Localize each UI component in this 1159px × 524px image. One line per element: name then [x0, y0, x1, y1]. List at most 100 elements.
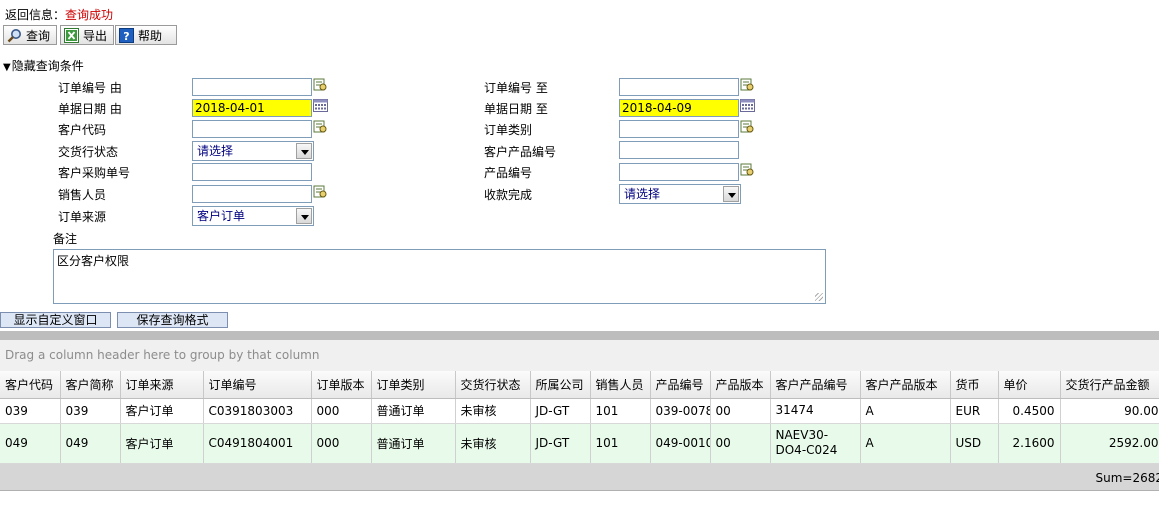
order-no-to-label: 订单编号 至 — [484, 81, 548, 95]
column-header[interactable]: 交货行产品金额 — [1060, 371, 1159, 399]
table-row[interactable]: 039 039 客户订单 C0391803003 000 普通订单 未审核 JD-GT 101 0… — [0, 398, 1159, 424]
table-cell: C0391803003 — [203, 398, 312, 424]
query-button[interactable]: 查询 — [3, 25, 57, 45]
lookup-icon[interactable] — [740, 78, 754, 92]
table-cell: 049 — [60, 423, 121, 464]
column-header[interactable]: 产品版本 — [710, 371, 771, 399]
status-value: 查询成功 — [65, 8, 114, 22]
grid-top-bar — [0, 331, 1159, 340]
column-header[interactable]: 客户代码 — [0, 371, 61, 399]
table-cell: JD-GT — [530, 423, 591, 464]
search-icon — [7, 28, 22, 43]
column-header[interactable]: 货币 — [950, 371, 999, 399]
payment-done-select[interactable]: 请选择 — [619, 184, 741, 204]
column-header[interactable]: 订单版本 — [311, 371, 372, 399]
resize-grip-icon[interactable] — [815, 293, 823, 301]
order-source-label: 订单来源 — [58, 210, 107, 224]
table-cell: 未审核 — [455, 398, 531, 424]
table-cell: 039 — [60, 398, 121, 424]
remarks-textarea[interactable]: 区分客户权限 — [53, 249, 826, 304]
svg-text:?: ? — [123, 30, 129, 43]
table-cell: A — [860, 423, 951, 464]
calendar-icon[interactable] — [740, 99, 755, 112]
table-cell: 客户订单 — [120, 423, 204, 464]
lookup-icon[interactable] — [740, 163, 754, 177]
table-cell: 101 — [590, 423, 651, 464]
order-type-label: 订单类别 — [484, 123, 533, 137]
group-by-panel[interactable]: Drag a column header here to group by th… — [0, 340, 1159, 371]
status-message: 返回信息：查询成功 — [5, 6, 113, 23]
table-cell: 普通订单 — [371, 423, 456, 464]
table-row[interactable]: 049 049 客户订单 C0491804001 000 普通订单 未审核 JD-GT 101 0… — [0, 423, 1159, 464]
column-header[interactable]: 客户产品编号 — [770, 371, 861, 399]
table-cell: 000 — [311, 398, 372, 424]
chevron-down-icon[interactable] — [296, 143, 312, 159]
doc-date-from-label: 单据日期 由 — [58, 102, 122, 116]
column-header[interactable]: 订单来源 — [120, 371, 204, 399]
export-button-label: 导出 — [83, 28, 108, 43]
delivery-status-select[interactable]: 请选择 — [192, 141, 314, 161]
sum-total: Sum=2682 — [1095, 471, 1159, 485]
customer-po-no-input[interactable] — [192, 163, 312, 181]
hide-filter-toggle[interactable]: ▼隐藏查询条件 — [3, 57, 84, 74]
save-query-format-button[interactable]: 保存查询格式 — [117, 312, 228, 328]
help-button-label: 帮助 — [138, 28, 163, 43]
calendar-icon[interactable] — [313, 99, 328, 112]
table-cell: 客户订单 — [120, 398, 204, 424]
product-no-input[interactable] — [619, 163, 739, 181]
column-header[interactable]: 单价 — [998, 371, 1061, 399]
help-button[interactable]: ? 帮助 — [115, 25, 177, 45]
table-cell: 31474 — [770, 398, 861, 424]
column-header[interactable]: 订单编号 — [203, 371, 312, 399]
payment-done-value: 请选择 — [624, 187, 661, 201]
payment-done-label: 收款完成 — [484, 188, 533, 202]
chevron-down-icon[interactable] — [296, 208, 312, 224]
grid-header-row: 客户代码 客户简称 订单来源 订单编号 订单版本 订单类别 交货行状态 所属公司 销售人员 产品编… — [0, 371, 1159, 399]
show-custom-window-button[interactable]: 显示自定义窗口 — [0, 312, 111, 328]
customer-product-no-input[interactable] — [619, 141, 739, 159]
product-no-label: 产品编号 — [484, 166, 533, 180]
column-header[interactable]: 所属公司 — [530, 371, 591, 399]
doc-date-from-input[interactable]: 2018-04-01 — [192, 99, 312, 117]
column-header[interactable]: 订单类别 — [371, 371, 456, 399]
salesperson-input[interactable] — [192, 185, 312, 203]
order-source-select[interactable]: 客户订单 — [192, 206, 314, 226]
table-cell: 未审核 — [455, 423, 531, 464]
table-cell: EUR — [950, 398, 999, 424]
table-cell: 039 — [0, 398, 61, 424]
column-header[interactable]: 销售人员 — [590, 371, 651, 399]
column-header[interactable]: 客户产品版本 — [860, 371, 951, 399]
lookup-icon[interactable] — [313, 78, 327, 92]
triangle-down-icon: ▼ — [3, 62, 11, 73]
table-cell: 049-0010 — [650, 423, 711, 464]
export-button[interactable]: 导出 — [60, 25, 114, 45]
status-label: 返回信息： — [5, 8, 66, 22]
doc-date-to-input[interactable]: 2018-04-09 — [619, 99, 739, 117]
remarks-label: 备注 — [53, 232, 78, 246]
table-cell: C0491804001 — [203, 423, 312, 464]
help-icon: ? — [119, 27, 134, 43]
customer-code-label: 客户代码 — [58, 123, 107, 137]
column-header[interactable]: 产品编号 — [650, 371, 711, 399]
hide-filter-label: 隐藏查询条件 — [11, 59, 84, 73]
order-source-value: 客户订单 — [197, 209, 246, 223]
order-no-from-label: 订单编号 由 — [58, 81, 122, 95]
lookup-icon[interactable] — [313, 120, 327, 134]
order-no-from-input[interactable] — [192, 78, 312, 96]
doc-date-to-label: 单据日期 至 — [484, 102, 548, 116]
table-cell: 普通订单 — [371, 398, 456, 424]
table-cell: 90.00 — [1060, 398, 1159, 424]
table-cell: NAEV30-DO4-C024 — [770, 423, 861, 464]
results-grid: 客户代码 客户简称 订单来源 订单编号 订单版本 订单类别 交货行状态 所属公司 销售人员 产品编… — [0, 371, 1159, 464]
customer-code-input[interactable] — [192, 120, 312, 138]
order-no-to-input[interactable] — [619, 78, 739, 96]
column-header[interactable]: 交货行状态 — [455, 371, 531, 399]
lookup-icon[interactable] — [740, 120, 754, 134]
order-type-input[interactable] — [619, 120, 739, 138]
lookup-icon[interactable] — [313, 185, 327, 199]
table-cell: A — [860, 398, 951, 424]
chevron-down-icon[interactable] — [723, 186, 739, 202]
table-cell: 2592.00 — [1060, 423, 1159, 464]
query-button-label: 查询 — [26, 28, 51, 43]
column-header[interactable]: 客户简称 — [60, 371, 121, 399]
